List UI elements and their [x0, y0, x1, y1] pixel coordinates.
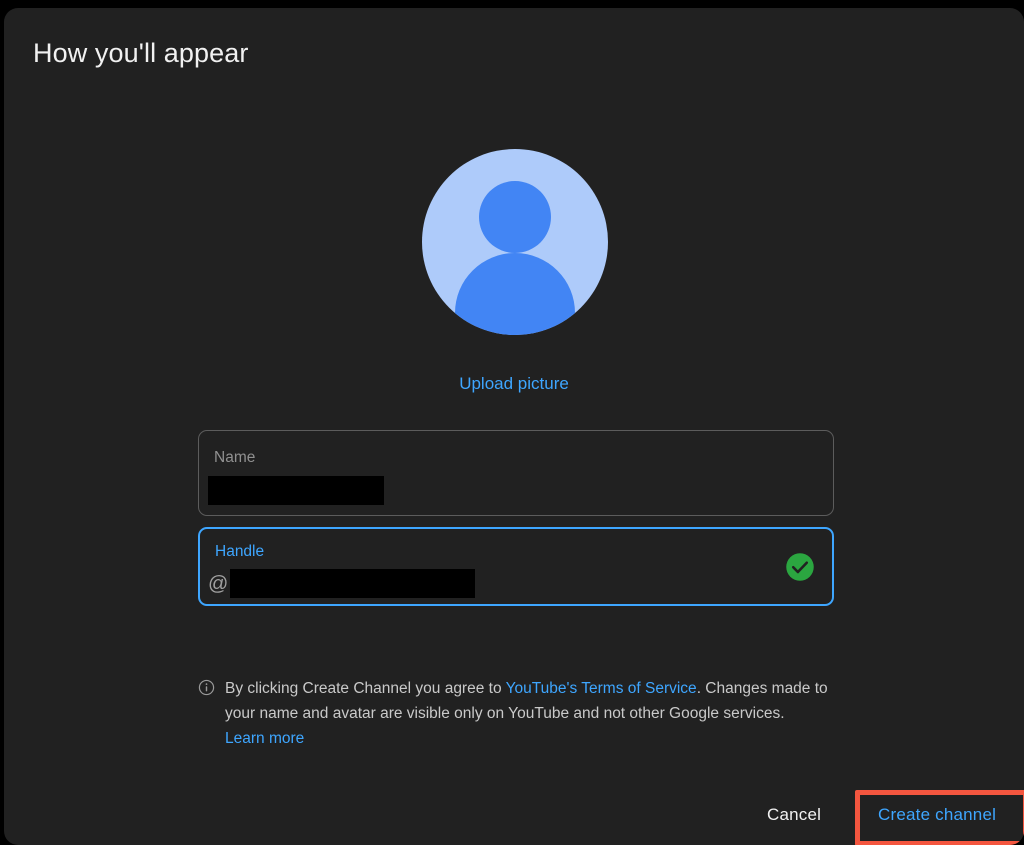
learn-more-link[interactable]: Learn more [225, 730, 304, 747]
handle-field-label: Handle [215, 543, 265, 560]
create-channel-button[interactable]: Create channel [878, 805, 996, 825]
avatar-body-shape [455, 253, 575, 335]
avatar[interactable] [422, 149, 608, 335]
how-youll-appear-dialog: How you'll appear Upload picture Name Ha… [4, 8, 1024, 845]
avatar-head-shape [479, 180, 551, 253]
name-field-label: Name [214, 449, 256, 466]
terms-text: By clicking Create Channel you agree to … [225, 676, 828, 751]
cancel-button[interactable]: Cancel [767, 805, 821, 825]
handle-field-value-row[interactable]: @ [208, 569, 476, 598]
name-field-value-row[interactable] [207, 476, 384, 505]
info-icon [198, 679, 215, 696]
name-field[interactable]: Name [198, 430, 834, 516]
terms-of-service-link[interactable]: YouTube's Terms of Service [506, 680, 697, 697]
upload-picture-link[interactable]: Upload picture [4, 374, 1024, 394]
check-circle-icon [786, 552, 814, 581]
terms-text-part-1: By clicking Create Channel you agree to [225, 680, 506, 697]
person-avatar-icon [422, 149, 608, 335]
name-redaction-bar [208, 476, 384, 505]
handle-field[interactable]: Handle @ [198, 527, 834, 606]
page-title: How you'll appear [33, 38, 249, 68]
at-sign-prefix: @ [208, 572, 229, 595]
handle-redaction-bar [230, 569, 476, 598]
terms-notice: By clicking Create Channel you agree to … [198, 676, 828, 751]
